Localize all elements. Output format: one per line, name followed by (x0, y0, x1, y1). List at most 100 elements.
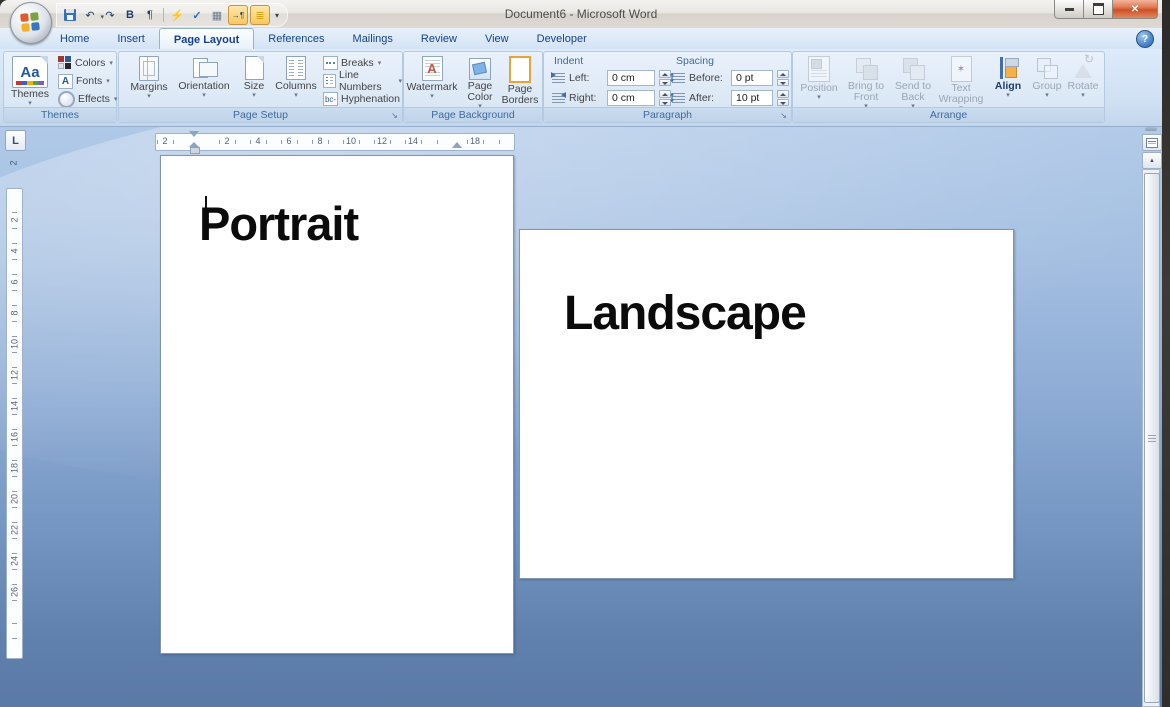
indent-left-stepper[interactable] (659, 70, 671, 86)
page-landscape[interactable]: Landscape (519, 229, 1014, 579)
page-portrait[interactable]: Portrait (160, 155, 514, 654)
arrange-group-label: Arrange (793, 107, 1104, 122)
restore-button[interactable] (1084, 0, 1113, 19)
help-button[interactable]: ? (1136, 30, 1154, 48)
spelling-button[interactable]: ✓ (188, 6, 206, 24)
tab-home[interactable]: Home (46, 28, 103, 49)
send-to-back-icon (901, 56, 925, 80)
show-paragraph-button[interactable]: ¶ (141, 6, 159, 24)
scrollbar-track[interactable] (1142, 169, 1160, 707)
spacing-after-stepper[interactable] (777, 90, 789, 106)
theme-fonts-label: Fonts (76, 75, 102, 87)
office-button[interactable] (10, 2, 52, 44)
margins-button[interactable]: Margins ▾ (125, 54, 173, 100)
theme-effects-button[interactable]: Effects (58, 91, 117, 107)
tab-review[interactable]: Review (407, 28, 471, 49)
toolbar-separator (163, 8, 164, 22)
spacing-before-stepper[interactable] (777, 70, 789, 86)
columns-icon (286, 56, 306, 80)
ruler-tick (421, 140, 422, 144)
align-lines-toggle[interactable]: ≣ (250, 5, 270, 25)
spacing-before-input[interactable]: 0 pt (731, 70, 773, 86)
ruler-tick (467, 140, 468, 144)
horizontal-ruler[interactable]: 2246810121418 (155, 133, 515, 151)
scrollbar-thumb[interactable] (1144, 173, 1160, 703)
right-indent-marker[interactable] (452, 142, 462, 148)
ruler-tick (219, 140, 220, 144)
size-button[interactable]: Size ▾ (235, 54, 273, 99)
page-borders-button[interactable]: Page Borders (500, 54, 540, 106)
page-color-label: Page Color (462, 81, 498, 103)
ruler-tick (12, 212, 17, 213)
watermark-button[interactable]: A Watermark ▾ (406, 54, 458, 100)
macros-button[interactable]: ⚡ (168, 6, 186, 24)
first-line-indent-marker[interactable] (189, 131, 199, 137)
page-background-group-label: Page Background (404, 107, 542, 122)
vertical-ruler[interactable]: 2468101214161820222426 (6, 188, 23, 659)
paragraph-dialog-launcher[interactable] (778, 110, 789, 121)
indent-right-stepper[interactable] (659, 90, 671, 106)
align-lines-icon: ≣ (255, 9, 264, 22)
ruler-tick (483, 140, 484, 144)
redo-button[interactable]: ↷ (101, 6, 119, 24)
align-button[interactable]: Align ▾ (989, 54, 1027, 99)
spacing-after-label: After: (689, 92, 727, 104)
scroll-up-button[interactable]: ▲ (1142, 152, 1162, 169)
theme-colors-button[interactable]: Colors (58, 55, 113, 71)
tab-stop-selector[interactable]: L (5, 130, 26, 151)
columns-button[interactable]: Columns ▾ (273, 54, 319, 99)
page-setup-dialog-launcher[interactable] (389, 110, 400, 121)
tab-insert[interactable]: Insert (103, 28, 159, 49)
left-indent-marker[interactable] (190, 147, 200, 154)
customize-qat-button[interactable]: ▾ (275, 11, 279, 20)
tab-page-layout[interactable]: Page Layout (159, 28, 254, 50)
ruler-tick (12, 638, 17, 639)
line-numbers-button[interactable]: Line Numbers (323, 73, 402, 89)
themes-button[interactable]: Aa Themes ▾ (8, 54, 52, 107)
ruler-number: 14 (10, 399, 20, 414)
watermark-label: Watermark (407, 82, 458, 93)
tab-references[interactable]: References (254, 28, 338, 49)
indent-right-input[interactable]: 0 cm (607, 90, 655, 106)
margins-icon (139, 56, 159, 81)
bring-to-front-label: Bring to Front (844, 81, 888, 103)
ruler-tick (328, 140, 329, 144)
ruler-tick (12, 243, 17, 244)
spacing-section-title: Spacing (676, 55, 714, 67)
tab-view[interactable]: View (471, 28, 523, 49)
draw-table-button[interactable]: ▦ (208, 6, 226, 24)
ruler-toggle-button[interactable] (1142, 134, 1162, 151)
spacing-after-icon (672, 93, 685, 104)
vertical-ruler-margin-number: 2 (9, 156, 19, 171)
bold-button[interactable]: B (121, 6, 139, 24)
page-color-button[interactable]: Page Color ▾ (460, 54, 500, 110)
close-button[interactable]: ✕ (1113, 0, 1158, 19)
group-arrange: Position ▾ Bring to Front ▾ Send to Back… (792, 51, 1105, 123)
macros-icon: ⚡ (170, 9, 184, 22)
split-window-handle[interactable] (1145, 127, 1157, 131)
chevron-down-icon: ▾ (817, 95, 821, 101)
formatting-marks-icon: →¶ (232, 11, 244, 20)
spacing-before-label: Before: (689, 72, 727, 84)
bring-to-front-button: Bring to Front ▾ (843, 54, 889, 110)
tab-developer[interactable]: Developer (523, 28, 601, 49)
tab-mailings[interactable]: Mailings (339, 28, 407, 49)
align-icon (997, 56, 1019, 80)
ruler-tick (12, 522, 17, 523)
ruler-tick (12, 445, 17, 446)
hyphenation-button[interactable]: bc- Hyphenation (323, 91, 407, 107)
save-button[interactable] (61, 6, 79, 24)
ruler-tick (297, 140, 298, 144)
minimize-button[interactable] (1054, 0, 1084, 19)
formatting-marks-toggle[interactable]: →¶ (228, 5, 248, 25)
themes-group-label: Themes (4, 107, 116, 122)
themes-icon-text: Aa (20, 67, 39, 78)
ruler-number: 18 (470, 136, 480, 146)
hyphenation-icon: bc- (323, 92, 338, 106)
spacing-after-input[interactable]: 10 pt (731, 90, 773, 106)
position-button: Position ▾ (797, 54, 841, 101)
indent-left-input[interactable]: 0 cm (607, 70, 655, 86)
theme-fonts-button[interactable]: A Fonts (58, 73, 110, 89)
undo-button[interactable]: ↶▾ (81, 6, 99, 24)
orientation-button[interactable]: Orientation ▾ (175, 54, 233, 99)
